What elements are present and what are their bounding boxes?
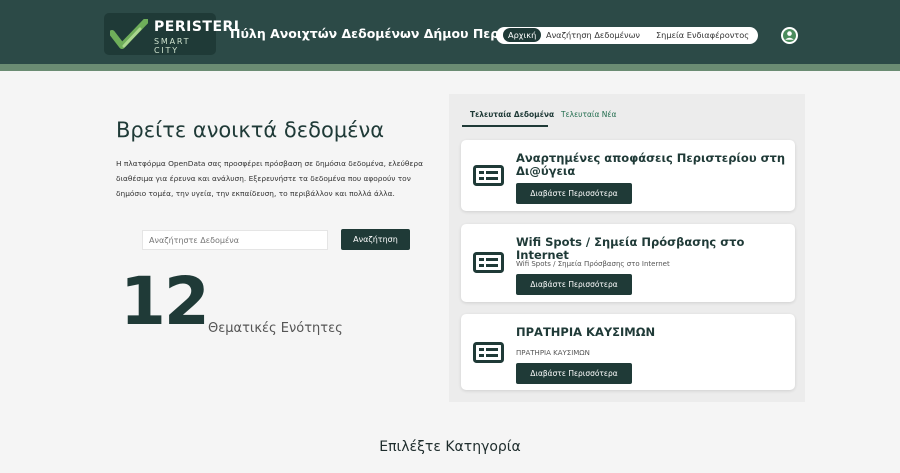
card-title[interactable]: Αναρτημένες αποφάσεις Περιστερίου στη Δι…	[516, 152, 786, 178]
newspaper-icon	[473, 342, 504, 363]
search-input[interactable]	[142, 230, 328, 250]
tab-latest-data[interactable]: Τελευταία Δεδομένα	[470, 110, 554, 119]
logo-sub-text: SMART CITY	[154, 37, 191, 55]
logo-brand-text: PERISTERI	[154, 19, 240, 35]
newspaper-icon	[473, 252, 504, 273]
newspaper-icon	[473, 165, 504, 186]
active-tab-indicator	[462, 125, 548, 127]
choose-category-title: Επιλέξτε Κατηγορία	[379, 439, 521, 455]
search-button[interactable]: Αναζήτηση	[341, 229, 410, 250]
user-avatar-icon-glyph	[783, 29, 796, 42]
read-more-button[interactable]: Διαβάστε Περισσότερα	[516, 363, 632, 384]
card-subtitle: ΠΡΑΤΗΡΙΑ ΚΑΥΣΙΜΩΝ	[516, 349, 590, 357]
checkmark-logo-icon	[110, 19, 148, 49]
read-more-button[interactable]: Διαβάστε Περισσότερα	[516, 274, 632, 295]
header-stripe	[0, 64, 900, 71]
dataset-card: ΠΡΑΤΗΡΙΑ ΚΑΥΣΙΜΩΝ ΠΡΑΤΗΡΙΑ ΚΑΥΣΙΜΩΝ Διαβ…	[461, 314, 795, 390]
hero-title: Βρείτε ανοικτά δεδομένα	[116, 118, 385, 142]
read-more-button[interactable]: Διαβάστε Περισσότερα	[516, 183, 632, 204]
dataset-card: Αναρτημένες αποφάσεις Περιστερίου στη Δι…	[461, 140, 795, 211]
tab-latest-news[interactable]: Τελευταία Νέα	[561, 110, 616, 119]
card-title[interactable]: Wifi Spots / Σημεία Πρόσβασης στο Intern…	[516, 236, 786, 262]
user-avatar-icon[interactable]	[781, 27, 798, 44]
nav-item-home[interactable]: Αρχική	[503, 28, 542, 42]
topics-count-label: Θεματικές Ενότητες	[208, 321, 343, 336]
peristeri-logo[interactable]: PERISTERI SMART CITY	[104, 13, 239, 55]
main-nav: Αρχική Αναζήτηση Δεδομένων Σημεία Ενδιαφ…	[496, 27, 758, 44]
card-subtitle: Wifi Spots / Σημεία Πρόσβασης στο Intern…	[516, 260, 670, 268]
nav-item-search-data[interactable]: Αναζήτηση Δεδομένων	[546, 30, 640, 40]
topics-count: 12	[120, 263, 210, 340]
hero-description: Η πλατφόρμα OpenData σας προσφέρει πρόσβ…	[116, 159, 423, 198]
dataset-card: Wifi Spots / Σημεία Πρόσβασης στο Intern…	[461, 224, 795, 302]
nav-item-points-of-interest[interactable]: Σημεία Ενδιαφέροντος	[656, 30, 749, 40]
card-title[interactable]: ΠΡΑΤΗΡΙΑ ΚΑΥΣΙΜΩΝ	[516, 326, 786, 339]
